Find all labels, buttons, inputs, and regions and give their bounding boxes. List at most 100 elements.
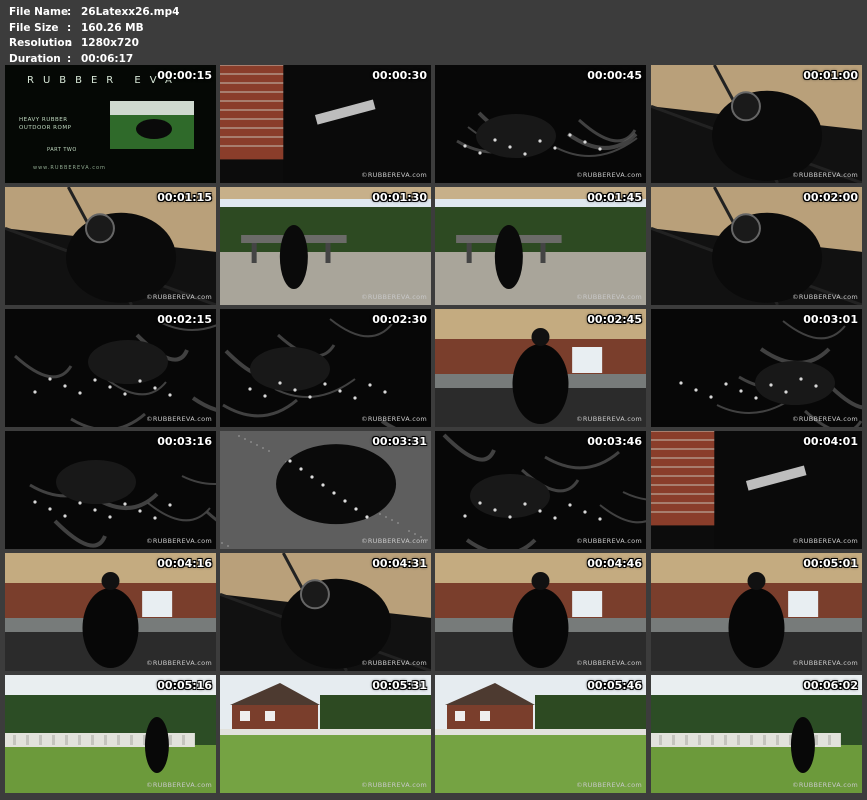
watermark: ©RUBBEREVA.com [576,293,642,301]
video-thumbnail: ©RUBBEREVA.com 00:04:46 [435,553,646,671]
watermark: ©RUBBEREVA.com [792,659,858,667]
watermark: ©RUBBEREVA.com [576,171,642,179]
file-info-panel: File Name:26Latexx26.mp4 File Size:160.26… [9,5,179,67]
watermark: ©RUBBEREVA.com [576,537,642,545]
info-label: Resolution [9,37,73,49]
watermark: ©RUBBEREVA.com [361,293,427,301]
title-line: OUTDOOR ROMP [19,125,72,131]
video-thumbnail: ©RUBBEREVA.com 00:04:01 [651,431,862,549]
thumbnail-image [220,675,431,793]
thumbnail-image [651,187,862,305]
timestamp: 00:05:46 [587,679,642,692]
watermark: ©RUBBEREVA.com [146,781,212,789]
video-thumbnail: ©RUBBEREVA.com 00:01:15 [5,187,216,305]
info-row: File Name:26Latexx26.mp4 [9,5,179,21]
thumbnail-image [5,675,216,793]
thumbnail-image [5,431,216,549]
video-thumbnail: ©RUBBEREVA.com 00:05:01 [651,553,862,671]
timestamp: 00:02:30 [372,313,427,326]
video-thumbnail: ©RUBBEREVA.com 00:02:15 [5,309,216,427]
video-thumbnail: ©RUBBEREVA.com 00:01:00 [651,65,862,183]
video-thumbnail: RUBBER EVA HEAVY RUBBER OUTDOOR ROMP PART T… [5,65,216,183]
thumbnail-image [435,309,646,427]
thumbnail-image [651,65,862,183]
video-thumbnail: ©RUBBEREVA.com 00:00:45 [435,65,646,183]
timestamp: 00:06:02 [803,679,858,692]
info-separator: : [67,37,72,49]
video-thumbnail: ©RUBBEREVA.com 00:02:30 [220,309,431,427]
thumbnail-image [651,309,862,427]
thumbnail-image [435,187,646,305]
info-value: 1280x720 [81,37,139,49]
watermark: ©RUBBEREVA.com [792,537,858,545]
video-thumbnail: ©RUBBEREVA.com 00:02:00 [651,187,862,305]
video-thumbnail: ©RUBBEREVA.com 00:03:31 [220,431,431,549]
timestamp: 00:02:00 [803,191,858,204]
timestamp: 00:04:01 [803,435,858,448]
thumbnail-grid: RUBBER EVA HEAVY RUBBER OUTDOOR ROMP PART T… [5,65,862,795]
thumbnail-image [651,431,862,549]
thumbnail-image [651,553,862,671]
thumbnail-image [220,431,431,549]
thumbnail-image [220,65,431,183]
video-thumbnail: ©RUBBEREVA.com 00:05:16 [5,675,216,793]
thumbnail-image [5,309,216,427]
info-value: 160.26 MB [81,21,144,34]
title-url: www.RUBBEREVA.com [33,165,106,171]
timestamp: 00:02:15 [157,313,212,326]
timestamp: 00:03:16 [157,435,212,448]
info-row: File Size:160.26 MB [9,21,179,37]
watermark: ©RUBBEREVA.com [792,415,858,423]
video-thumbnail: ©RUBBEREVA.com 00:05:31 [220,675,431,793]
title-line: HEAVY RUBBER [19,117,68,123]
video-thumbnail: ©RUBBEREVA.com 00:03:16 [5,431,216,549]
info-separator: : [67,6,72,18]
watermark: ©RUBBEREVA.com [146,659,212,667]
watermark: ©RUBBEREVA.com [361,415,427,423]
timestamp: 00:00:15 [157,69,212,82]
timestamp: 00:03:01 [803,313,858,326]
info-row: Resolution:1280x720 [9,36,179,52]
watermark: ©RUBBEREVA.com [792,781,858,789]
thumbnail-image [5,553,216,671]
video-thumbnail: ©RUBBEREVA.com 00:03:01 [651,309,862,427]
info-label: File Name [9,6,69,18]
watermark: ©RUBBEREVA.com [361,537,427,545]
timestamp: 00:00:30 [372,69,427,82]
video-thumbnail: ©RUBBEREVA.com 00:02:45 [435,309,646,427]
timestamp: 00:05:01 [803,557,858,570]
watermark: ©RUBBEREVA.com [146,415,212,423]
video-thumbnail: ©RUBBEREVA.com 00:00:30 [220,65,431,183]
timestamp: 00:02:45 [587,313,642,326]
info-label: File Size [9,21,59,34]
watermark: ©RUBBEREVA.com [576,659,642,667]
watermark: ©RUBBEREVA.com [146,537,212,545]
video-thumbnail: ©RUBBEREVA.com 00:04:31 [220,553,431,671]
timestamp: 00:04:31 [372,557,427,570]
info-value: 26Latexx26.mp4 [81,6,180,18]
thumbnail-image [435,65,646,183]
timestamp: 00:04:16 [157,557,212,570]
thumbnail-image [220,309,431,427]
video-thumbnail: ©RUBBEREVA.com 00:03:46 [435,431,646,549]
timestamp: 00:05:16 [157,679,212,692]
timestamp: 00:01:30 [372,191,427,204]
title-line: PART TWO [47,147,77,153]
thumbnail-image [435,553,646,671]
thumbnail-image [220,187,431,305]
timestamp: 00:03:46 [587,435,642,448]
video-thumbnail: ©RUBBEREVA.com 00:05:46 [435,675,646,793]
video-thumbnail: ©RUBBEREVA.com 00:01:45 [435,187,646,305]
thumbnail-image [220,553,431,671]
thumbnail-image [435,675,646,793]
watermark: ©RUBBEREVA.com [361,781,427,789]
watermark: ©RUBBEREVA.com [792,171,858,179]
watermark: ©RUBBEREVA.com [361,171,427,179]
timestamp: 00:05:31 [372,679,427,692]
timestamp: 00:00:45 [587,69,642,82]
timestamp: 00:03:31 [372,435,427,448]
video-thumbnail: ©RUBBEREVA.com 00:04:16 [5,553,216,671]
watermark: ©RUBBEREVA.com [576,781,642,789]
timestamp: 00:04:46 [587,557,642,570]
thumbnail-image [5,187,216,305]
